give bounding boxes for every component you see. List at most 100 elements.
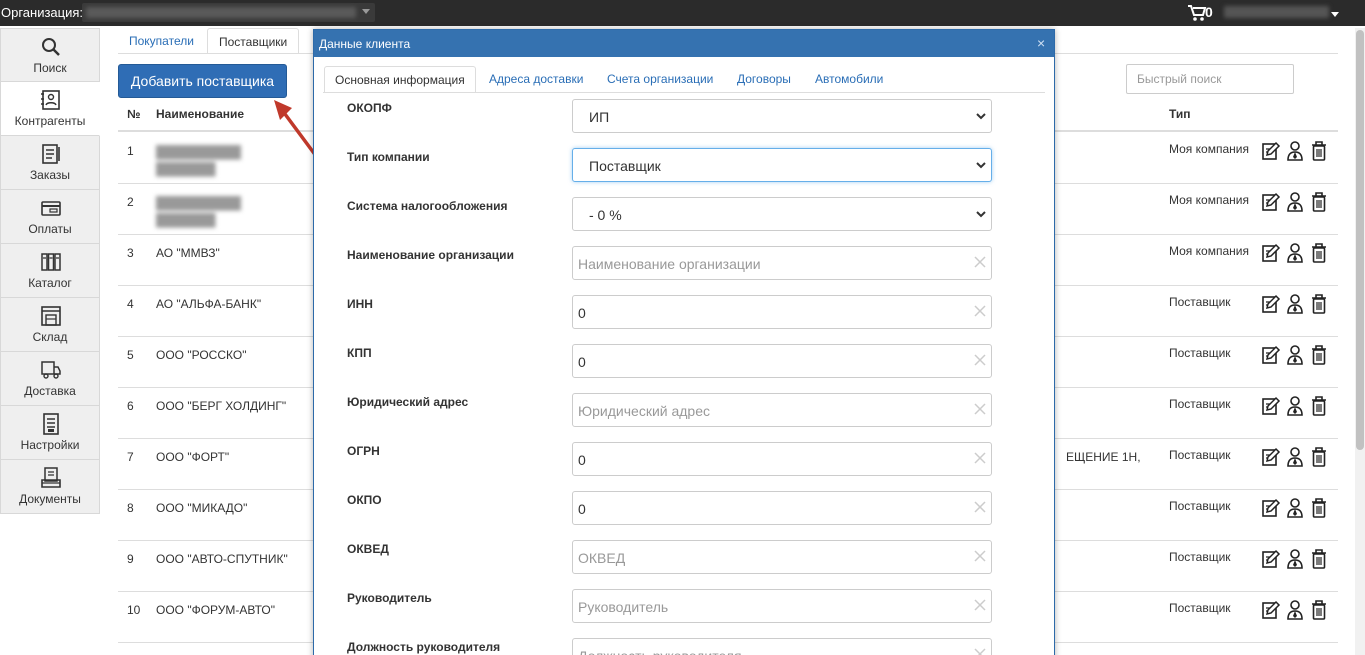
clear-icon[interactable] bbox=[973, 353, 987, 367]
org-label: Организация: bbox=[1, 5, 84, 20]
sidebar-item-label: Документы bbox=[19, 492, 81, 506]
user-icon[interactable] bbox=[1285, 191, 1305, 213]
trash-icon[interactable] bbox=[1309, 242, 1329, 264]
tab-contracts[interactable]: Договоры bbox=[727, 66, 801, 93]
user-icon[interactable] bbox=[1285, 344, 1305, 366]
user-icon[interactable] bbox=[1285, 242, 1305, 264]
sidebar-item-label: Склад bbox=[32, 330, 68, 344]
edit-icon[interactable] bbox=[1261, 344, 1281, 366]
row-actions bbox=[1261, 446, 1331, 470]
clear-icon[interactable] bbox=[973, 402, 987, 416]
field-select[interactable]: - 0 % bbox=[572, 197, 992, 231]
sidebar-item-delivery[interactable]: Доставка bbox=[0, 352, 100, 406]
sidebar-item-documents[interactable]: Документы bbox=[0, 460, 100, 514]
sidebar-item-settings[interactable]: Настройки bbox=[0, 406, 100, 460]
trash-icon[interactable] bbox=[1309, 344, 1329, 366]
tab-suppliers[interactable]: Поставщики bbox=[207, 28, 300, 54]
edit-icon[interactable] bbox=[1261, 293, 1281, 315]
field-label: КПП bbox=[347, 346, 372, 360]
column-header-name[interactable]: Наименование bbox=[156, 107, 244, 121]
field-input[interactable]: Юридический адрес bbox=[572, 393, 992, 427]
field-select[interactable]: Поставщик bbox=[572, 148, 992, 182]
sidebar-item-label: Заказы bbox=[29, 168, 71, 182]
field-input[interactable]: 0 bbox=[572, 491, 992, 525]
field-label: Руководитель bbox=[347, 591, 432, 605]
scrollbar-thumb[interactable] bbox=[1356, 30, 1364, 450]
user-icon[interactable] bbox=[1285, 599, 1305, 621]
edit-icon[interactable] bbox=[1261, 395, 1281, 417]
row-number: 4 bbox=[127, 297, 134, 311]
trash-icon[interactable] bbox=[1309, 191, 1329, 213]
trash-icon[interactable] bbox=[1309, 446, 1329, 468]
user-icon[interactable] bbox=[1285, 497, 1305, 519]
edit-icon[interactable] bbox=[1261, 446, 1281, 468]
clear-icon[interactable] bbox=[973, 255, 987, 269]
user-icon[interactable] bbox=[1285, 395, 1305, 417]
edit-icon[interactable] bbox=[1261, 497, 1281, 519]
row-number: 3 bbox=[127, 246, 134, 260]
trash-icon[interactable] bbox=[1309, 140, 1329, 162]
field-input[interactable]: 0 bbox=[572, 344, 992, 378]
edit-icon[interactable] bbox=[1261, 599, 1281, 621]
delivery-icon bbox=[41, 361, 61, 379]
column-header-type[interactable]: Тип bbox=[1169, 107, 1191, 121]
row-name: ООО "АВТО-СПУТНИК" bbox=[156, 552, 288, 566]
edit-icon[interactable] bbox=[1261, 242, 1281, 264]
clear-icon[interactable] bbox=[973, 451, 987, 465]
sidebar-item-catalog[interactable]: Каталог bbox=[0, 244, 100, 298]
user-icon[interactable] bbox=[1285, 293, 1305, 315]
field-label: ОКОПФ bbox=[347, 101, 392, 115]
user-icon[interactable] bbox=[1285, 446, 1305, 468]
field-input[interactable]: ОКВЕД bbox=[572, 540, 992, 574]
edit-icon[interactable] bbox=[1261, 140, 1281, 162]
user-icon[interactable] bbox=[1285, 140, 1305, 162]
page-scrollbar[interactable] bbox=[1355, 28, 1365, 655]
trash-icon[interactable] bbox=[1309, 497, 1329, 519]
org-select[interactable] bbox=[82, 3, 375, 22]
close-icon[interactable]: × bbox=[1037, 36, 1049, 50]
clear-icon[interactable] bbox=[973, 549, 987, 563]
trash-icon[interactable] bbox=[1309, 293, 1329, 315]
chevron-down-icon bbox=[976, 211, 986, 218]
clear-icon[interactable] bbox=[973, 304, 987, 318]
tab-vehicles[interactable]: Автомобили bbox=[805, 66, 893, 93]
top-bar: Организация: 0 bbox=[0, 0, 1365, 26]
edit-icon[interactable] bbox=[1261, 548, 1281, 570]
row-name: ООО "РОССКО" bbox=[156, 348, 247, 362]
sidebar-item-warehouse[interactable]: Склад bbox=[0, 298, 100, 352]
quick-search-input[interactable]: Быстрый поиск bbox=[1126, 64, 1294, 94]
add-supplier-button[interactable]: Добавить поставщика bbox=[118, 64, 287, 98]
sidebar-item-payments[interactable]: Оплаты bbox=[0, 190, 100, 244]
chevron-down-icon[interactable] bbox=[1331, 12, 1339, 17]
sidebar-item-contractors[interactable]: Контрагенты bbox=[0, 82, 100, 136]
trash-icon[interactable] bbox=[1309, 599, 1329, 621]
field-input[interactable]: Руководитель bbox=[572, 589, 992, 623]
documents-icon bbox=[41, 467, 61, 488]
tab-main-info[interactable]: Основная информация bbox=[324, 66, 476, 93]
user-icon[interactable] bbox=[1285, 548, 1305, 570]
tab-delivery-addresses[interactable]: Адреса доставки bbox=[479, 66, 593, 93]
field-input[interactable]: 0 bbox=[572, 295, 992, 329]
field-input[interactable]: Должность руководителя bbox=[572, 638, 992, 655]
sidebar-item-orders[interactable]: Заказы bbox=[0, 136, 100, 190]
sidebar-item-label: Оплаты bbox=[28, 222, 72, 236]
field-input[interactable]: Наименование организации bbox=[572, 246, 992, 280]
edit-icon[interactable] bbox=[1261, 191, 1281, 213]
trash-icon[interactable] bbox=[1309, 548, 1329, 570]
clear-icon[interactable] bbox=[973, 598, 987, 612]
sidebar-item-search[interactable]: Поиск bbox=[0, 28, 100, 82]
sidebar: Поиск Контрагенты Заказы Оплаты Каталог … bbox=[0, 28, 100, 514]
clear-icon[interactable] bbox=[973, 500, 987, 514]
row-actions bbox=[1261, 548, 1331, 572]
row-type: Поставщик bbox=[1169, 601, 1231, 615]
trash-icon[interactable] bbox=[1309, 395, 1329, 417]
field-select[interactable]: ИП bbox=[572, 99, 992, 133]
input-value: 0 bbox=[578, 305, 586, 321]
row-actions bbox=[1261, 140, 1331, 164]
field-input[interactable]: 0 bbox=[572, 442, 992, 476]
tab-buyers[interactable]: Покупатели bbox=[118, 28, 205, 54]
tab-org-accounts[interactable]: Счета организации bbox=[597, 66, 723, 93]
user-menu[interactable] bbox=[1224, 6, 1329, 18]
clear-icon[interactable] bbox=[973, 647, 987, 655]
input-value: 0 bbox=[578, 452, 586, 468]
